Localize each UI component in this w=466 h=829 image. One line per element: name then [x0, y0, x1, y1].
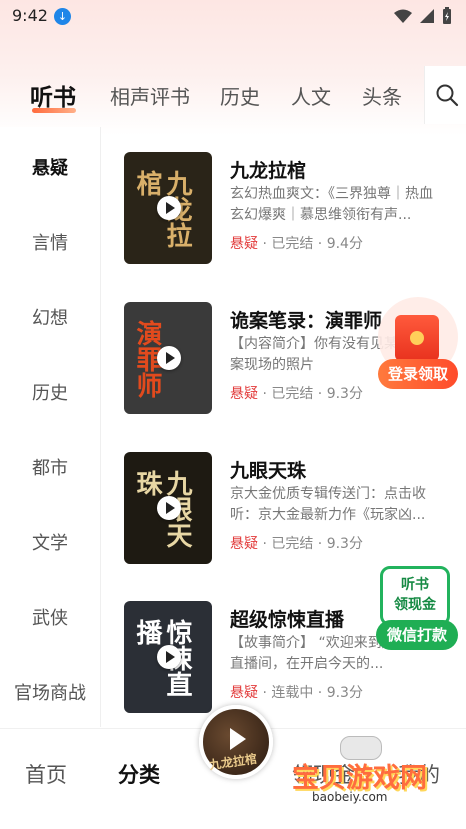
book-status-rating: · 已完结 · 9.3分 [262, 536, 363, 552]
book-meta: 悬疑 · 已完结 · 9.4分 [230, 233, 363, 253]
cash-card-line1: 听书 [401, 577, 429, 593]
top-tab-bar: 听书 相声评书 历史 人文 头条 [0, 64, 466, 124]
now-playing-button[interactable]: 九龙拉棺 [199, 705, 273, 779]
book-title: 超级惊悚直播 [230, 609, 345, 631]
search-button[interactable] [424, 66, 466, 124]
book-cover[interactable]: 九眼天珠 [124, 452, 212, 564]
wechat-pay-button[interactable]: 微信打款 [376, 620, 458, 650]
nav-home[interactable]: 首页 [25, 759, 67, 789]
tab-crosstalk[interactable]: 相声评书 [110, 81, 190, 110]
red-envelope-icon [395, 315, 439, 361]
book-status-rating: · 已完结 · 9.4分 [262, 236, 363, 252]
category-item-fantasy[interactable]: 幻想 [0, 304, 100, 330]
play-icon[interactable] [157, 346, 181, 370]
book-meta: 悬疑 · 已完结 · 9.3分 [230, 533, 363, 553]
category-item-history[interactable]: 历史 [0, 379, 100, 405]
category-item-urban[interactable]: 都市 [0, 454, 100, 480]
book-description: 玄幻热血爽文：《三界独尊｜热血玄幻爆爽｜慕思维领衔有声... [230, 186, 433, 223]
wifi-icon [394, 9, 412, 23]
category-item-literature[interactable]: 文学 [0, 529, 100, 555]
play-icon[interactable] [157, 196, 181, 220]
status-time: 9:42 [12, 6, 48, 25]
login-reward-float[interactable]: 登录领取 [378, 297, 458, 392]
wechat-cash-float[interactable]: 听书 领现金 微信打款 [376, 566, 458, 652]
book-genre: 悬疑 [230, 685, 258, 701]
signal-icon [420, 9, 434, 23]
book-genre: 悬疑 [230, 386, 258, 402]
search-icon [436, 84, 459, 107]
category-item-officialdom[interactable]: 官场商战 [0, 679, 100, 705]
book-meta: 悬疑 · 已完结 · 9.3分 [230, 383, 363, 403]
tab-listen[interactable]: 听书 [30, 78, 76, 112]
cash-card-line2: 领现金 [394, 597, 436, 613]
battery-icon [443, 7, 451, 24]
status-bar: 9:42 ↓ [0, 0, 466, 32]
book-cover[interactable]: 九龙拉棺 [124, 152, 212, 264]
now-playing-cover-text: 九龙拉棺 [208, 751, 258, 773]
book-title: 诡案笔录：演罪师 [230, 310, 383, 332]
tab-humanities[interactable]: 人文 [291, 81, 331, 110]
book-status-rating: · 连载中 · 9.3分 [262, 685, 363, 701]
play-icon [230, 728, 246, 750]
book-genre: 悬疑 [230, 236, 258, 252]
category-sidebar: 悬疑 言情 幻想 历史 都市 文学 武侠 官场商战 [0, 127, 101, 727]
nav-category[interactable]: 分类 [118, 759, 160, 789]
cash-card: 听书 领现金 [380, 566, 450, 626]
book-description: 京大金优质专辑传送门：点击收听：京大金最新力作《玩家凶... [230, 486, 426, 523]
category-item-martial-arts[interactable]: 武侠 [0, 604, 100, 630]
watermark: 宝贝游戏网 baobeiy.com [292, 736, 442, 820]
download-icon: ↓ [54, 8, 71, 25]
play-icon[interactable] [157, 496, 181, 520]
book-title: 九龙拉棺 [230, 160, 307, 182]
book-cover[interactable]: 演罪师 [124, 302, 212, 414]
watermark-url: baobeiy.com [312, 790, 388, 804]
book-item[interactable]: 九眼天珠 九眼天珠 京大金优质专辑传送门：点击收听：京大金最新力作《玩家凶...… [124, 452, 426, 566]
category-item-romance[interactable]: 言情 [0, 229, 100, 255]
book-cover[interactable]: 惊悚直播 [124, 601, 212, 713]
tab-history[interactable]: 历史 [220, 81, 260, 110]
book-meta: 悬疑 · 连载中 · 9.3分 [230, 682, 363, 702]
login-reward-button[interactable]: 登录领取 [378, 359, 458, 389]
tab-headlines[interactable]: 头条 [362, 81, 402, 110]
category-item-suspense[interactable]: 悬疑 [0, 154, 100, 180]
active-tab-indicator [32, 108, 76, 113]
book-item[interactable]: 九龙拉棺 九龙拉棺 玄幻热血爽文：《三界独尊｜热血玄幻爆爽｜慕思维领衔有声...… [124, 152, 433, 266]
book-genre: 悬疑 [230, 536, 258, 552]
play-icon[interactable] [157, 645, 181, 669]
book-status-rating: · 已完结 · 9.3分 [262, 386, 363, 402]
book-title: 九眼天珠 [230, 460, 307, 482]
